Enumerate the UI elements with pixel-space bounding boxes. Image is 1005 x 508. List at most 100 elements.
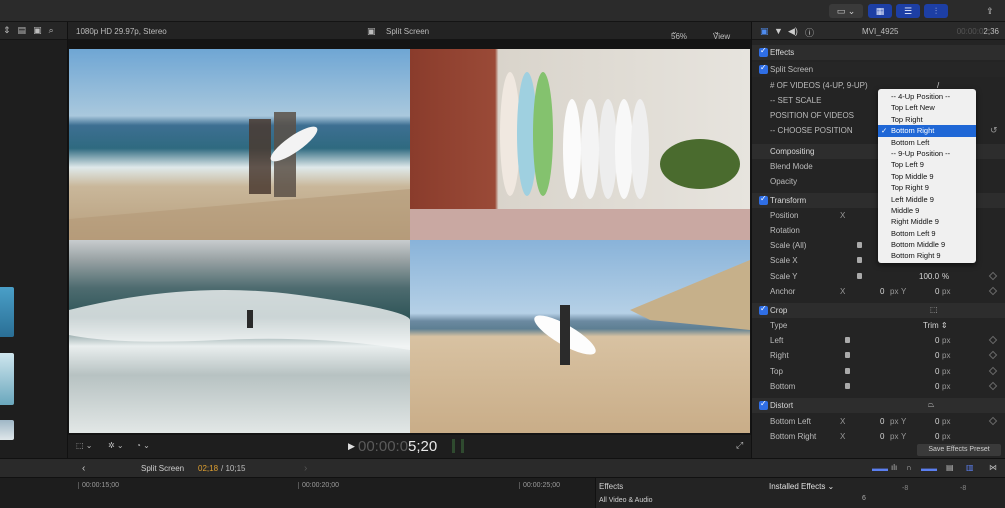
browser-clip-thumbnail[interactable] <box>0 420 14 440</box>
enhance-menu[interactable]: ✲ ⌄ <box>108 441 124 450</box>
browser-clip-thumbnail[interactable] <box>0 287 14 337</box>
distort-section[interactable]: Distort ⏢ <box>752 398 1005 413</box>
dropdown-item[interactable]: -- 9-Up Position -- <box>878 148 976 159</box>
split-screen-effect[interactable]: Split Screen <box>752 62 1005 77</box>
dropdown-item[interactable]: Left Middle 9 <box>878 194 976 205</box>
keyframe-icon[interactable] <box>988 381 998 391</box>
reset-icon[interactable]: ↺ <box>990 125 998 136</box>
split-screen-checkbox[interactable] <box>759 63 768 74</box>
search-icon[interactable]: ⌕ <box>49 25 54 36</box>
dropdown-item[interactable]: ✓ Bottom Right <box>878 125 976 137</box>
crop-checkbox[interactable] <box>759 304 768 315</box>
transform-menu[interactable]: ⬚ ⌄ <box>76 441 93 450</box>
view-menu[interactable]: View ⌄ <box>713 27 730 41</box>
crop-bottom-row: Bottom 0 px <box>752 379 1005 394</box>
viewer-panel: 1080p HD 29.97p, Stereo ▣ Split Screen 5… <box>68 22 751 458</box>
position-dropdown-menu[interactable]: -- 4-Up Position -- Top Left New Top Right… <box>878 89 976 263</box>
play-icon[interactable]: ▶ <box>348 441 355 452</box>
video-canvas[interactable] <box>69 49 750 433</box>
keyframe-icon[interactable] <box>988 335 998 345</box>
skimming-icon[interactable]: ▬▬ <box>921 464 937 473</box>
stepper-icon[interactable]: ⇕ <box>3 25 11 36</box>
zoom-menu[interactable]: 56% ⌄ <box>671 27 687 41</box>
save-effects-preset-button[interactable]: Save Effects Preset <box>917 444 1001 456</box>
transform-checkbox[interactable] <box>759 194 768 205</box>
installed-effects-label: Installed Effects <box>769 482 826 491</box>
forward-arrow-icon[interactable]: › <box>304 463 307 474</box>
filter-icon[interactable]: ▼ <box>774 26 783 36</box>
viewer-timecode[interactable]: 00:00:05;20 <box>358 438 437 455</box>
dropdown-item[interactable]: Top Left 9 <box>878 159 976 170</box>
effects-section[interactable]: Effects <box>752 45 1005 60</box>
timeline-position: 02;18 <box>198 464 219 473</box>
crop-right-value[interactable]: 0 <box>935 351 939 360</box>
dropdown-item[interactable]: Top Middle 9 <box>878 171 976 182</box>
crop-type-menu[interactable]: Trim ⇕ <box>923 321 948 330</box>
all-video-audio-item[interactable]: All Video & Audio <box>599 497 653 504</box>
dropdown-item[interactable]: Top Right 9 <box>878 182 976 193</box>
dropdown-item[interactable]: Top Left New <box>878 102 976 113</box>
timeline-toggle-button[interactable]: ☰ <box>896 4 920 18</box>
clip-appearance-icon[interactable]: ▣ <box>33 25 42 36</box>
dropdown-item[interactable]: Bottom Middle 9 <box>878 239 976 250</box>
keyframe-icon[interactable] <box>988 271 998 281</box>
crop-left-knob[interactable] <box>845 337 850 343</box>
crop-section[interactable]: Crop ⬚ <box>752 303 1005 318</box>
anchor-y-value[interactable]: 0 <box>935 287 939 296</box>
inspector-toggle-button[interactable]: ⫶ <box>924 4 948 18</box>
set-scale-label: -- SET SCALE <box>770 96 822 105</box>
retime-menu[interactable]: ◔ ⌄ <box>136 441 150 450</box>
headphones-icon[interactable]: ∩ <box>906 463 912 472</box>
dropdown-item[interactable]: Right Middle 9 <box>878 216 976 227</box>
br-x-value[interactable]: 0 <box>880 432 884 441</box>
dropdown-item[interactable]: -- 4-Up Position -- <box>878 91 976 102</box>
crop-right-knob[interactable] <box>845 352 850 358</box>
video-inspector-icon[interactable]: ▣ <box>760 26 769 37</box>
magic-wand-icon: ✲ <box>108 441 115 450</box>
bl-y-value[interactable]: 0 <box>935 417 939 426</box>
scale-x-slider-knob[interactable] <box>857 257 862 263</box>
effects-tab[interactable]: Effects <box>599 482 623 491</box>
distort-tool-icon[interactable]: ⏢ <box>928 400 934 410</box>
transitions-browser-icon[interactable]: ⋈ <box>989 463 997 472</box>
waveform-icon[interactable]: ılı <box>891 463 897 472</box>
crop-top-knob[interactable] <box>845 368 850 374</box>
browser-clip-thumbnail[interactable] <box>0 353 14 405</box>
keyframe-icon[interactable] <box>988 416 998 426</box>
timeline-ruler[interactable]: 00:00:15;00 00:00:20;00 00:00:25;00 <box>0 478 595 508</box>
crop-top-value[interactable]: 0 <box>935 367 939 376</box>
installed-effects-menu[interactable]: Installed Effects ⌄ <box>769 482 834 491</box>
clip-appearance-icon[interactable]: ▤ <box>946 463 954 472</box>
distort-checkbox[interactable] <box>759 399 768 410</box>
scale-y-value[interactable]: 100.0 <box>919 272 939 281</box>
crop-bottom-value[interactable]: 0 <box>935 382 939 391</box>
dropdown-item[interactable]: Bottom Right 9 <box>878 250 976 261</box>
bl-y-axis: Y <box>901 417 907 426</box>
filmstrip-view-icon[interactable]: ▤ <box>18 25 27 36</box>
bl-x-value[interactable]: 0 <box>880 417 884 426</box>
fullscreen-icon[interactable]: ⤢ <box>736 440 743 451</box>
crop-tool-icon[interactable]: ⬚ <box>930 305 938 314</box>
scale-all-slider-knob[interactable] <box>857 242 862 248</box>
audio-icon[interactable]: ◀) <box>788 26 798 37</box>
keyframe-icon[interactable] <box>988 350 998 360</box>
effects-checkbox[interactable] <box>759 46 768 57</box>
crop-bottom-knob[interactable] <box>845 383 850 389</box>
share-button[interactable]: ⇪ <box>982 4 998 18</box>
info-icon[interactable]: ⓘ <box>805 26 814 39</box>
keyframe-icon[interactable] <box>988 366 998 376</box>
crop-left-value[interactable]: 0 <box>935 336 939 345</box>
back-arrow-icon[interactable]: ‹ <box>82 463 85 474</box>
anchor-x-value[interactable]: 0 <box>880 287 884 296</box>
scale-y-slider-knob[interactable] <box>857 273 862 279</box>
br-y-value[interactable]: 0 <box>935 432 939 441</box>
clip-connect-icon[interactable]: ▬▬ <box>872 464 888 473</box>
dropdown-item[interactable]: Bottom Left <box>878 137 976 148</box>
dropdown-item[interactable]: Bottom Left 9 <box>878 228 976 239</box>
dropdown-item[interactable]: Middle 9 <box>878 205 976 216</box>
effects-browser-icon[interactable]: ▥ <box>966 463 974 472</box>
browser-toggle-button[interactable]: ▦ <box>868 4 892 18</box>
keyframe-icon[interactable] <box>988 286 998 296</box>
window-layout-button[interactable]: ▭ ⌄ <box>829 4 863 18</box>
dropdown-item[interactable]: Top Right <box>878 114 976 125</box>
